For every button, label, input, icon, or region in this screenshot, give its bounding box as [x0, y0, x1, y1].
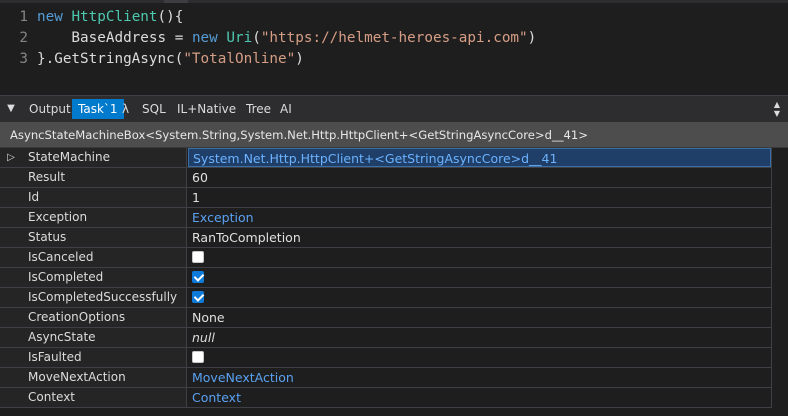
property-row[interactable]: IsCompleted	[0, 268, 771, 288]
property-value: null	[192, 330, 215, 345]
property-row[interactable]: IsFaulted	[0, 348, 771, 368]
property-name: IsCompleted	[22, 268, 187, 287]
bottom-strip	[0, 408, 788, 416]
code-line[interactable]: 2 BaseAddress = new Uri("https://helmet-…	[0, 28, 788, 49]
code-token: "https://helmet-heroes-api.com"	[260, 30, 528, 46]
results-toolbar: ▼ Output Task`1 λ SQL IL+Native Tree AI ▲ ▼	[0, 95, 788, 122]
property-value	[188, 248, 771, 267]
property-value[interactable]: System.Net.Http.HttpClient+<GetStringAsy…	[188, 148, 771, 167]
property-row[interactable]: Context Context	[0, 388, 771, 408]
property-name: StateMachine	[22, 148, 187, 167]
property-name: Id	[22, 188, 187, 207]
grid-right-border	[771, 148, 772, 408]
property-value	[188, 268, 771, 287]
code-token: Uri	[226, 30, 253, 46]
property-name: AsyncState	[22, 328, 187, 347]
property-row[interactable]: ▷ StateMachine System.Net.Http.HttpClient+…	[0, 148, 771, 168]
property-name: Status	[22, 228, 187, 247]
line-number: 1	[19, 9, 28, 25]
checkbox-unchecked[interactable]	[192, 251, 204, 263]
property-row[interactable]: Result 60	[0, 168, 771, 188]
row-gutter	[0, 348, 22, 367]
object-type-header: AsyncStateMachineBox<System.String,Syste…	[0, 122, 788, 148]
property-row[interactable]: Exception Exception	[0, 208, 771, 228]
row-gutter	[0, 208, 22, 227]
property-name: CreationOptions	[22, 308, 187, 327]
property-name: IsCanceled	[22, 248, 187, 267]
triangle-down-icon[interactable]: ▼	[4, 102, 18, 116]
row-gutter	[0, 388, 22, 407]
property-value: None	[192, 310, 225, 325]
property-row[interactable]: Status RanToCompletion	[0, 228, 771, 248]
code-token: new	[191, 30, 227, 46]
tab-tree[interactable]: Tree	[240, 99, 277, 119]
code-editor[interactable]: 1 new HttpClient(){2 BaseAddress = new Ur…	[0, 0, 788, 95]
code-token: }.GetStringAsync(	[37, 51, 184, 67]
scroll-arrows-icon[interactable]: ▲ ▼	[772, 100, 782, 118]
property-row[interactable]: CreationOptions None	[0, 308, 771, 328]
line-number: 3	[19, 51, 28, 67]
code-line[interactable]: 1 new HttpClient(){	[0, 7, 788, 28]
tab-sql[interactable]: SQL	[136, 99, 172, 119]
row-gutter	[0, 228, 22, 247]
row-gutter	[0, 328, 22, 347]
tab-output[interactable]: Output	[23, 99, 77, 119]
code-token: HttpClient	[71, 9, 158, 25]
property-grid: ▷ StateMachine System.Net.Http.HttpClient+…	[0, 148, 771, 408]
property-name: MoveNextAction	[22, 368, 187, 387]
code-text[interactable]: new HttpClient(){	[37, 7, 183, 28]
property-name: Result	[22, 168, 187, 187]
checkbox-checked[interactable]	[192, 291, 204, 303]
code-token: )	[295, 51, 304, 67]
row-gutter	[0, 308, 22, 327]
code-line[interactable]: 3 }.GetStringAsync("TotalOnline")	[0, 49, 788, 70]
tab-il-native[interactable]: IL+Native	[171, 99, 242, 119]
tab-ai[interactable]: AI	[274, 99, 298, 119]
code-token: BaseAddress =	[37, 30, 192, 46]
property-value: 60	[192, 170, 208, 185]
row-gutter	[0, 288, 22, 307]
property-row[interactable]: MoveNextAction MoveNextAction	[0, 368, 771, 388]
code-token: (	[252, 30, 261, 46]
property-name: Exception	[22, 208, 187, 227]
row-gutter	[0, 168, 22, 187]
code-token: "TotalOnline"	[183, 51, 296, 67]
tab-λ[interactable]: λ	[116, 99, 135, 119]
row-gutter	[0, 368, 22, 387]
property-row[interactable]: Id 1	[0, 188, 771, 208]
row-gutter	[0, 268, 22, 287]
row-gutter	[0, 188, 22, 207]
line-number: 2	[19, 30, 28, 46]
code-text[interactable]: }.GetStringAsync("TotalOnline")	[37, 49, 304, 70]
property-value[interactable]: Exception	[188, 208, 771, 227]
property-row[interactable]: IsCanceled	[0, 248, 771, 268]
property-value: 1	[192, 190, 200, 205]
code-token: (){	[157, 9, 184, 25]
checkbox-checked[interactable]	[192, 271, 204, 283]
code-token: )	[527, 30, 537, 46]
checkbox-unchecked[interactable]	[192, 351, 204, 363]
property-row[interactable]: IsCompletedSuccessfully	[0, 288, 771, 308]
property-row[interactable]: AsyncState null	[0, 328, 771, 348]
editor-top-border	[0, 0, 788, 3]
property-name: IsFaulted	[22, 348, 187, 367]
row-gutter	[0, 248, 22, 267]
property-value	[188, 348, 771, 367]
property-value[interactable]: Context	[188, 388, 771, 407]
property-value[interactable]: MoveNextAction	[188, 368, 771, 387]
code-token: new	[37, 9, 72, 25]
code-text[interactable]: BaseAddress = new Uri("https://helmet-he…	[37, 28, 536, 49]
property-value: RanToCompletion	[192, 230, 301, 245]
property-name: Context	[22, 388, 187, 407]
expand-triangle-icon[interactable]: ▷	[0, 148, 22, 167]
property-name: IsCompletedSuccessfully	[22, 288, 187, 307]
property-value	[188, 288, 771, 307]
